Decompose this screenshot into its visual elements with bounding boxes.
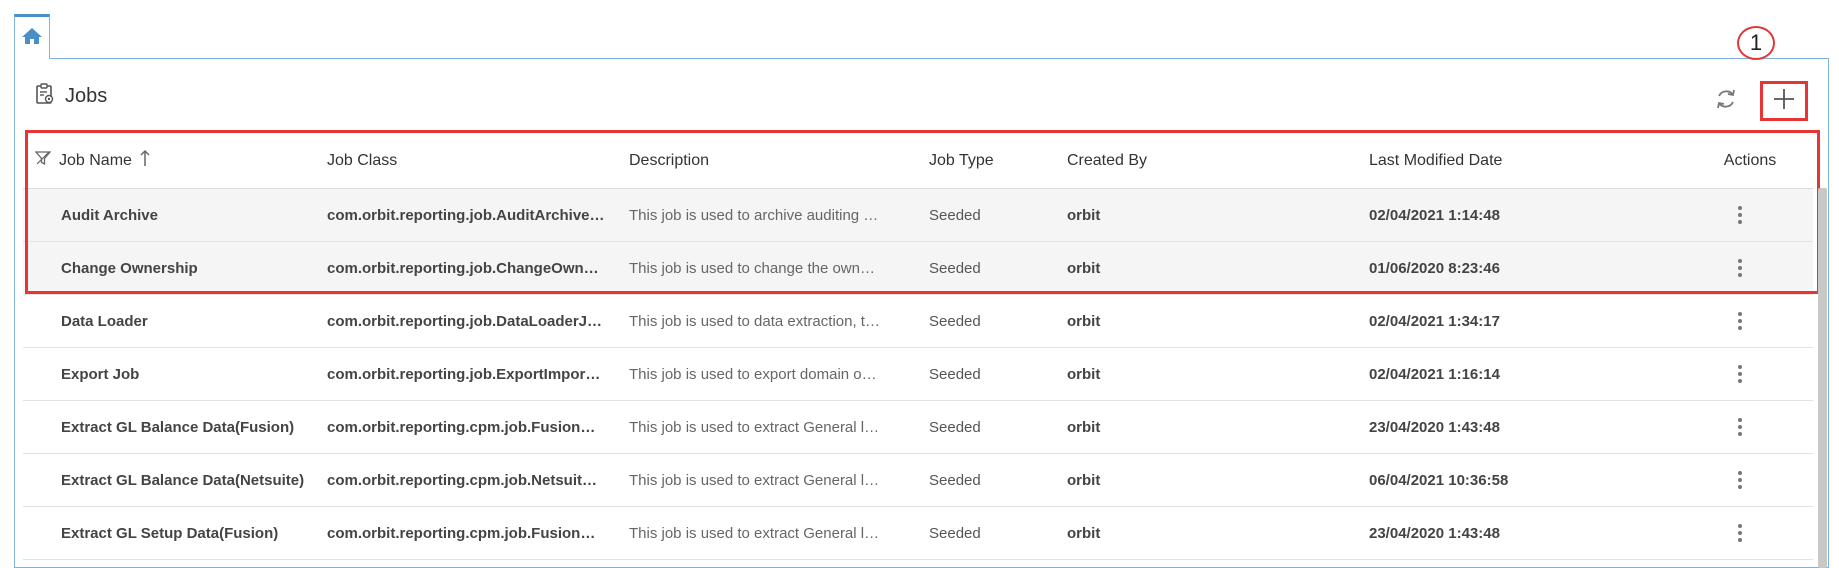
more-vertical-icon[interactable] — [1732, 412, 1748, 442]
job-class: com.orbit.reporting.cpm.job.Fusion… — [327, 418, 596, 436]
column-header-job-class[interactable]: Job Class — [323, 152, 625, 170]
more-vertical-icon[interactable] — [1732, 200, 1748, 230]
column-label-job-name: Job Name — [59, 151, 132, 169]
last-modified-date: 01/06/2020 8:23:46 — [1369, 259, 1500, 277]
created-by: orbit — [1067, 312, 1101, 330]
refresh-icon — [1714, 87, 1738, 116]
refresh-button[interactable] — [1710, 85, 1742, 117]
column-header-created-by[interactable]: Created By — [1063, 152, 1365, 170]
job-type: Seeded — [929, 524, 981, 542]
table-row[interactable]: Extract GL Balance Data(Netsuite) com.or… — [23, 454, 1813, 507]
column-header-description[interactable]: Description — [625, 152, 925, 170]
jobs-panel: Jobs Job Name Job Class Description Job … — [14, 58, 1829, 568]
job-class: com.orbit.reporting.cpm.job.Fusion… — [327, 524, 596, 542]
table-row[interactable]: Extract GL Setup Data(Fusion) com.orbit.… — [23, 507, 1813, 560]
home-tab[interactable] — [14, 14, 50, 59]
more-vertical-icon[interactable] — [1732, 518, 1748, 548]
last-modified-date: 23/04/2020 1:43:48 — [1369, 418, 1500, 436]
created-by: orbit — [1067, 206, 1101, 224]
created-by: orbit — [1067, 418, 1101, 436]
job-type: Seeded — [929, 418, 981, 436]
home-icon — [21, 27, 43, 50]
more-vertical-icon[interactable] — [1732, 253, 1748, 283]
column-header-actions: Actions — [1723, 151, 1777, 169]
more-vertical-icon[interactable] — [1732, 306, 1748, 336]
sort-ascending-icon[interactable] — [140, 149, 150, 172]
job-description: This job is used to extract General l… — [629, 524, 880, 542]
created-by: orbit — [1067, 471, 1101, 489]
jobs-header: Jobs — [35, 83, 107, 110]
last-modified-date: 02/04/2021 1:34:17 — [1369, 312, 1500, 330]
column-header-last-modified[interactable]: Last Modified Date — [1365, 152, 1667, 170]
column-header-job-name[interactable]: Job Name — [23, 149, 323, 172]
last-modified-date: 02/04/2021 1:16:14 — [1369, 365, 1500, 383]
job-description: This job is used to extract General l… — [629, 418, 880, 436]
job-type: Seeded — [929, 206, 981, 224]
job-type: Seeded — [929, 312, 981, 330]
job-name: Data Loader — [61, 312, 148, 330]
table-row[interactable]: Change Ownership com.orbit.reporting.job… — [23, 242, 1813, 295]
table-row[interactable]: Extract GL Balance Data(Fusion) com.orbi… — [23, 401, 1813, 454]
job-description: This job is used to archive auditing … — [629, 206, 879, 224]
more-vertical-icon[interactable] — [1732, 359, 1748, 389]
add-job-button[interactable] — [1760, 81, 1808, 121]
job-description: This job is used to export domain o… — [629, 365, 877, 383]
job-class: com.orbit.reporting.job.ExportImpor… — [327, 365, 601, 383]
created-by: orbit — [1067, 259, 1101, 277]
jobs-table: Job Name Job Class Description Job Type … — [23, 133, 1813, 560]
table-header-row: Job Name Job Class Description Job Type … — [23, 133, 1813, 189]
job-name: Change Ownership — [61, 259, 198, 277]
job-class: com.orbit.reporting.job.AuditArchive… — [327, 206, 605, 224]
job-description: This job is used to extract General l… — [629, 471, 880, 489]
column-header-job-type[interactable]: Job Type — [925, 152, 1063, 170]
vertical-scrollbar[interactable] — [1818, 188, 1827, 568]
job-description: This job is used to change the own… — [629, 259, 875, 277]
job-name: Extract GL Setup Data(Fusion) — [61, 524, 279, 542]
table-row[interactable]: Export Job com.orbit.reporting.job.Expor… — [23, 348, 1813, 401]
job-type: Seeded — [929, 365, 981, 383]
created-by: orbit — [1067, 365, 1101, 383]
table-row[interactable]: Data Loader com.orbit.reporting.job.Data… — [23, 295, 1813, 348]
callout-number-badge: 1 — [1737, 26, 1775, 60]
job-class: com.orbit.reporting.cpm.job.Netsuit… — [327, 471, 598, 489]
job-class: com.orbit.reporting.job.ChangeOwn… — [327, 259, 599, 277]
job-name: Extract GL Balance Data(Netsuite) — [61, 471, 305, 489]
page-title: Jobs — [65, 85, 108, 107]
job-name: Export Job — [61, 365, 140, 383]
job-name: Extract GL Balance Data(Fusion) — [61, 418, 295, 436]
clipboard-gear-icon — [35, 83, 55, 110]
job-type: Seeded — [929, 259, 981, 277]
plus-icon — [1773, 88, 1795, 115]
created-by: orbit — [1067, 524, 1101, 542]
table-row[interactable]: Audit Archive com.orbit.reporting.job.Au… — [23, 189, 1813, 242]
last-modified-date: 06/04/2021 10:36:58 — [1369, 471, 1509, 489]
last-modified-date: 23/04/2020 1:43:48 — [1369, 524, 1500, 542]
more-vertical-icon[interactable] — [1732, 465, 1748, 495]
job-description: This job is used to data extraction, t… — [629, 312, 880, 330]
filter-icon[interactable] — [34, 150, 52, 171]
job-type: Seeded — [929, 471, 981, 489]
last-modified-date: 02/04/2021 1:14:48 — [1369, 206, 1500, 224]
job-name: Audit Archive — [61, 206, 158, 224]
job-class: com.orbit.reporting.job.DataLoaderJ… — [327, 312, 603, 330]
